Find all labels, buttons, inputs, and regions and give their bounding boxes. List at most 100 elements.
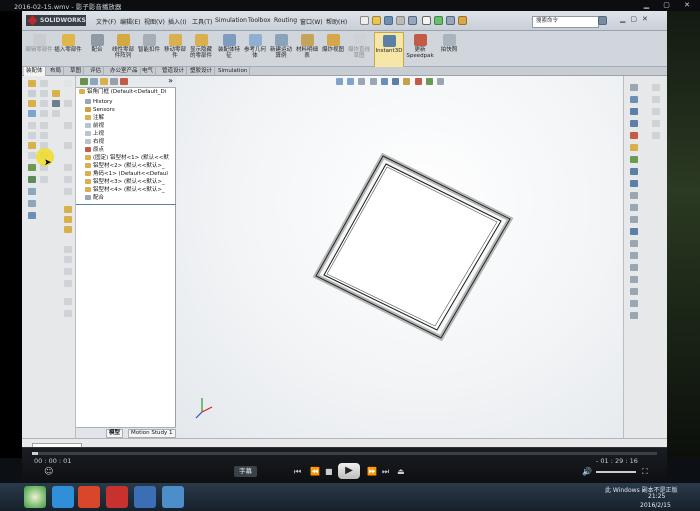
tool-icon[interactable] (630, 144, 638, 151)
open-file-icon[interactable]: ⏏ (397, 467, 405, 476)
menu-simulation[interactable]: Simulation (215, 17, 247, 24)
tool-icon[interactable] (652, 120, 660, 127)
tool-icon[interactable] (630, 120, 638, 127)
print-icon[interactable] (396, 16, 405, 25)
word-app-icon[interactable] (134, 486, 156, 508)
tool-icon[interactable] (28, 176, 36, 183)
tree-root-assembly[interactable]: 铝角门框 (Default<Default_Di (79, 89, 166, 96)
tool-icon[interactable] (52, 100, 60, 107)
tool-icon[interactable] (630, 204, 638, 211)
tool-icon[interactable] (630, 300, 638, 307)
tool-icon[interactable] (652, 84, 660, 91)
tree-item-sensors[interactable]: Sensors (85, 107, 115, 114)
tool-icon[interactable] (52, 110, 60, 117)
tool-icon[interactable] (28, 200, 36, 207)
playlist-icon[interactable]: ☺ (44, 467, 53, 477)
sw-window-controls[interactable]: ▁▢✕ (620, 15, 653, 23)
show-hidden-components-button[interactable]: 显示隐藏的零部件 (188, 32, 214, 66)
explode-line-sketch-button[interactable]: 爆炸直线草图 (346, 32, 372, 66)
tool-icon[interactable] (64, 206, 72, 213)
tab-sketch[interactable]: 草图 (68, 67, 85, 76)
tool-icon[interactable] (630, 156, 638, 163)
rewind-icon[interactable]: ⏪ (310, 467, 320, 476)
tab-layout[interactable]: 布局 (48, 67, 65, 76)
smart-fasteners-button[interactable]: 智能扣件 (136, 32, 162, 66)
ie-browser-icon[interactable] (52, 486, 74, 508)
play-button[interactable]: ▶ (338, 463, 360, 479)
tool-icon[interactable] (40, 90, 48, 97)
undo-icon[interactable] (408, 16, 417, 25)
menu-insert[interactable]: 插入(I) (168, 17, 186, 26)
tool-icon[interactable] (64, 176, 72, 183)
tree-item-component[interactable]: 铝型材<3> (默认<<默认>_ (85, 179, 165, 186)
tool-icon[interactable] (64, 188, 72, 195)
tree-item-top-plane[interactable]: 上视 (85, 131, 104, 138)
assembly-features-button[interactable]: 装配体特征 (216, 32, 242, 66)
tree-item-annotations[interactable]: 注解 (85, 115, 104, 122)
rollback-bar[interactable] (76, 204, 176, 205)
tool-icon[interactable] (40, 122, 48, 129)
tool-icon[interactable] (64, 268, 72, 275)
tool-icon[interactable] (40, 132, 48, 139)
reference-geometry-button[interactable]: 参考几何体 (242, 32, 268, 66)
menu-edit[interactable]: 编辑(E) (120, 17, 140, 26)
exploded-view-button[interactable]: 爆炸视图 (320, 32, 346, 66)
tool-icon[interactable] (630, 276, 638, 283)
tool-icon[interactable] (28, 90, 36, 97)
tool-icon[interactable] (630, 108, 638, 115)
menu-window[interactable]: 窗口(W) (300, 17, 323, 26)
tab-model[interactable]: 模型 (106, 429, 124, 438)
subtitle-button[interactable]: 字幕 (234, 466, 257, 477)
tool-icon[interactable] (40, 176, 48, 183)
menu-routing[interactable]: Routing (274, 17, 297, 24)
window-controls[interactable]: ▁ ▢ ✕ (644, 1, 696, 9)
tab-office-products[interactable]: 办公室产品 (108, 67, 141, 76)
tool-icon[interactable] (630, 192, 638, 199)
volume-slider[interactable] (596, 471, 636, 473)
display-manager-tab-icon[interactable] (120, 78, 128, 85)
search-commands-input[interactable]: 搜索命令 (532, 16, 599, 28)
office-app-icon[interactable] (78, 486, 100, 508)
tree-item-component[interactable]: 铝型材<4> (默认<<默认>_ (85, 187, 165, 194)
tool-icon[interactable] (64, 164, 72, 171)
solidworks-taskbar-icon[interactable] (106, 486, 128, 508)
tool-icon[interactable] (40, 100, 48, 107)
tree-item-component[interactable]: (固定) 铝型材<1> (默认<<默 (85, 155, 169, 162)
menu-view[interactable]: 视图(V) (144, 17, 165, 26)
stop-icon[interactable]: ■ (325, 467, 333, 476)
seek-bar[interactable] (32, 452, 657, 455)
tool-icon[interactable] (64, 310, 72, 317)
tool-icon[interactable] (652, 96, 660, 103)
help-question-icon[interactable] (598, 16, 607, 25)
tool-icon[interactable] (630, 84, 638, 91)
open-folder-icon[interactable] (372, 16, 381, 25)
tab-plastic-design[interactable]: 塑胶设计 (188, 67, 216, 76)
tool-icon[interactable] (28, 100, 36, 107)
tool-icon[interactable] (630, 312, 638, 319)
expand-chevron-icon[interactable]: » (168, 76, 173, 85)
dimxpert-tab-icon[interactable] (110, 78, 118, 85)
bill-of-materials-button[interactable]: 材料明细表 (294, 32, 320, 66)
configuration-manager-tab-icon[interactable] (100, 78, 108, 85)
tool-icon[interactable] (64, 280, 72, 287)
tab-assembly[interactable]: 装配体 (24, 67, 46, 76)
file-properties-icon[interactable] (458, 16, 467, 25)
tool-icon[interactable] (28, 164, 36, 171)
tool-icon[interactable] (64, 246, 72, 253)
feature-manager-tab-icon[interactable] (80, 78, 88, 85)
update-speedpak-button[interactable]: 更新Speedpak (406, 32, 434, 66)
previous-icon[interactable]: ⏮ (294, 467, 301, 477)
tab-evaluate[interactable]: 评估 (88, 67, 105, 76)
volume-icon[interactable]: 🔊 (582, 467, 592, 476)
take-snapshot-button[interactable]: 拍快照 (436, 32, 462, 66)
tool-icon[interactable] (64, 100, 72, 107)
tree-item-component[interactable]: 铝型材<2> (默认<<默认>_ (85, 163, 165, 170)
tool-icon[interactable] (630, 240, 638, 247)
tree-item-origin[interactable]: 原点 (85, 147, 104, 154)
rebuild-icon[interactable] (434, 16, 443, 25)
tree-item-history[interactable]: History (85, 99, 113, 106)
tool-icon[interactable] (28, 80, 36, 87)
tool-icon[interactable] (28, 110, 36, 117)
mate-button[interactable]: 配合 (84, 32, 110, 66)
tool-icon[interactable] (64, 216, 72, 223)
